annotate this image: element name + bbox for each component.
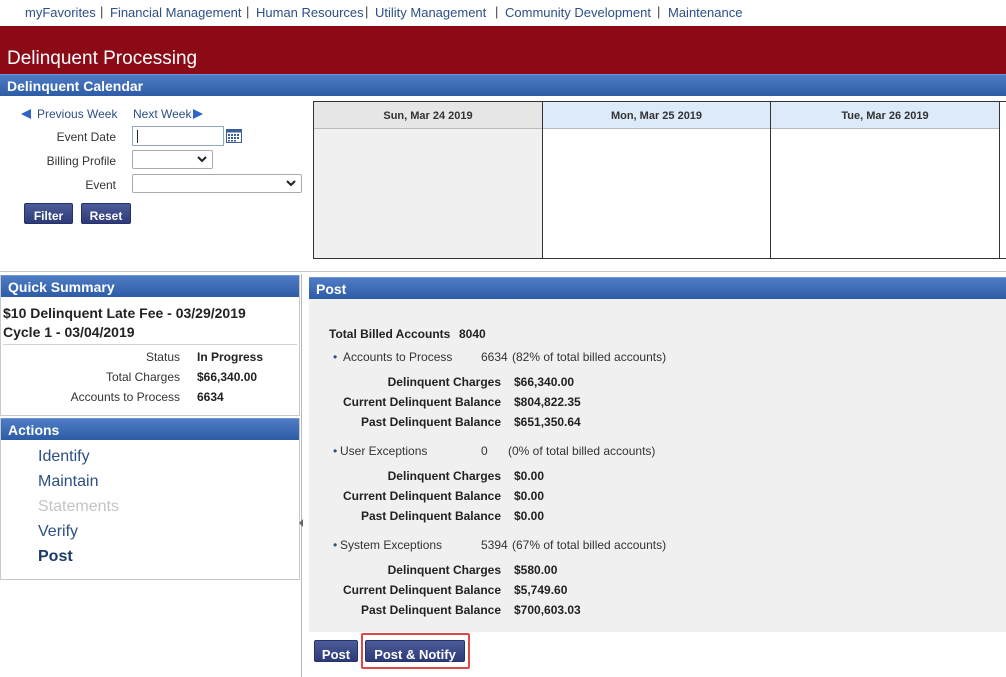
accounts-to-process-group-label: Accounts to Process — [343, 350, 453, 364]
system-exceptions-group-label: System Exceptions — [340, 538, 443, 552]
page-banner: Delinquent Processing — [0, 26, 1006, 74]
status-value: In Progress — [197, 350, 264, 364]
row-label: Past Delinquent Balance — [360, 603, 501, 617]
event-name: $10 Delinquent Late Fee - 03/29/2019 — [3, 305, 246, 321]
cycle-name: Cycle 1 - 03/04/2019 — [3, 324, 135, 340]
nav-separator: | — [100, 4, 104, 19]
row-label: Delinquent Charges — [387, 563, 501, 577]
nav-myfavorites[interactable]: myFavorites — [25, 5, 96, 20]
quick-summary-header: Quick Summary — [1, 275, 299, 297]
row-label: Current Delinquent Balance — [342, 583, 501, 597]
next-week-icon[interactable] — [192, 108, 204, 123]
nav-utility-management[interactable]: Utility Management — [375, 5, 486, 20]
nav-human-resources[interactable]: Human Resources — [256, 5, 364, 20]
calendar-picker-icon[interactable] — [226, 129, 242, 146]
row-value: $700,603.03 — [514, 603, 581, 617]
post-header: Post — [309, 277, 1006, 299]
bullet-icon: • — [333, 444, 338, 458]
row-label: Current Delinquent Balance — [342, 489, 501, 503]
calendar-day-column[interactable]: Tue, Mar 26 2019 — [771, 102, 1000, 258]
chevron-down-icon — [196, 153, 208, 165]
nav-financial-management[interactable]: Financial Management — [110, 5, 242, 20]
action-statements: Statements — [38, 498, 119, 515]
row-value: $804,822.35 — [514, 395, 581, 409]
nav-community-development[interactable]: Community Development — [505, 5, 651, 20]
event-date-label: Event Date — [56, 130, 116, 144]
accounts-to-process-count: 6634 — [481, 350, 508, 364]
total-charges-value: $66,340.00 — [197, 370, 258, 384]
user-exceptions-count: 0 — [481, 444, 488, 458]
calendar-day-header: Sun, Mar 24 2019 — [314, 102, 542, 129]
prev-week-icon[interactable] — [20, 108, 32, 123]
section-divider — [0, 271, 1006, 272]
action-maintain[interactable]: Maintain — [38, 473, 98, 491]
total-billed-value: 8040 — [459, 327, 486, 341]
row-value: $66,340.00 — [514, 375, 575, 389]
top-nav: myFavorites | Financial Management | Hum… — [0, 0, 1006, 26]
row-label: Current Delinquent Balance — [342, 395, 501, 409]
action-post[interactable]: Post — [38, 548, 73, 566]
summary-divider — [3, 344, 297, 345]
nav-separator: | — [246, 4, 250, 19]
calendar-day-header: Mon, Mar 25 2019 — [543, 102, 770, 129]
previous-week-link[interactable]: Previous Week — [37, 107, 117, 121]
row-value: $580.00 — [514, 563, 558, 577]
system-exceptions-pct: (67% of total billed accounts) — [512, 538, 667, 552]
user-exceptions-group-label: User Exceptions — [340, 444, 428, 458]
accounts-to-process-value: 6634 — [197, 390, 224, 404]
nav-separator: | — [365, 4, 369, 19]
row-label: Past Delinquent Balance — [360, 415, 501, 429]
row-value: $651,350.64 — [514, 415, 581, 429]
page-title: Delinquent Processing — [7, 48, 198, 69]
bullet-icon: • — [333, 350, 338, 364]
billing-profile-select[interactable] — [132, 150, 213, 169]
accounts-to-process-label: Accounts to Process — [70, 390, 180, 404]
reset-button[interactable]: Reset — [81, 203, 131, 224]
nav-separator: | — [495, 4, 499, 19]
system-exceptions-count: 5394 — [481, 538, 508, 552]
row-value: $5,749.60 — [514, 583, 568, 597]
panel-splitter[interactable] — [301, 274, 302, 677]
row-label: Delinquent Charges — [387, 469, 501, 483]
nav-maintenance[interactable]: Maintenance — [668, 5, 742, 20]
row-label: Past Delinquent Balance — [360, 509, 501, 523]
chevron-down-icon — [285, 177, 297, 189]
total-charges-label: Total Charges — [105, 370, 180, 384]
splitter-handle-icon[interactable] — [298, 516, 304, 530]
user-exceptions-pct: (0% of total billed accounts) — [508, 444, 656, 458]
text-cursor — [137, 130, 138, 143]
post-and-notify-button[interactable]: Post & Notify — [365, 640, 465, 662]
event-label: Event — [85, 178, 116, 192]
nav-separator: | — [657, 4, 661, 19]
calendar-day-column[interactable]: Mon, Mar 25 2019 — [543, 102, 771, 258]
billing-profile-label: Billing Profile — [46, 154, 116, 168]
calendar-day-header: Tue, Mar 26 2019 — [771, 102, 999, 129]
row-label: Delinquent Charges — [387, 375, 501, 389]
week-calendar: Sun, Mar 24 2019 Mon, Mar 25 2019 Tue, M… — [313, 101, 1006, 259]
row-value: $0.00 — [514, 469, 545, 483]
event-select[interactable] — [132, 174, 302, 193]
actions-header: Actions — [1, 418, 299, 440]
action-identify[interactable]: Identify — [38, 448, 90, 466]
row-value: $0.00 — [514, 509, 545, 523]
post-button[interactable]: Post — [314, 640, 358, 662]
row-value: $0.00 — [514, 489, 545, 503]
calendar-section-header: Delinquent Calendar — [0, 74, 1006, 96]
accounts-to-process-pct: (82% of total billed accounts) — [512, 350, 667, 364]
bullet-icon: • — [333, 538, 338, 552]
next-week-link[interactable]: Next Week — [133, 107, 191, 121]
filter-button[interactable]: Filter — [24, 203, 73, 224]
calendar-day-column[interactable]: Sun, Mar 24 2019 — [314, 102, 543, 258]
event-date-input[interactable] — [132, 126, 224, 146]
action-verify[interactable]: Verify — [38, 523, 78, 541]
total-billed-label: Total Billed Accounts — [329, 327, 451, 341]
status-label: Status — [145, 350, 180, 364]
